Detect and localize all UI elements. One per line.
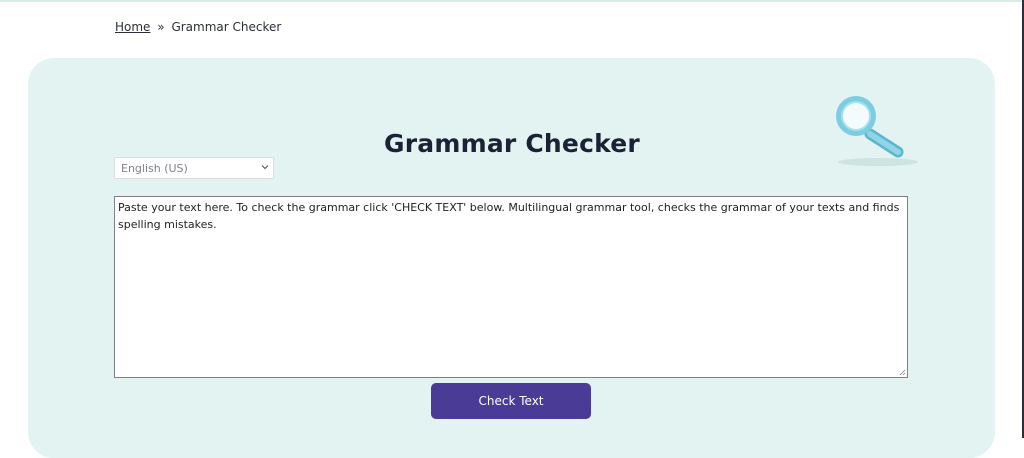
breadcrumb-separator: » bbox=[157, 20, 165, 34]
text-editor[interactable]: Paste your text here. To check the gramm… bbox=[114, 196, 908, 378]
language-select-value: English (US) bbox=[121, 161, 188, 175]
resize-handle-icon[interactable] bbox=[898, 368, 906, 376]
breadcrumb-current: Grammar Checker bbox=[171, 20, 282, 34]
breadcrumb-home-link[interactable]: Home bbox=[115, 20, 150, 34]
top-divider bbox=[0, 0, 1024, 2]
editor-text: Paste your text here. To check the gramm… bbox=[118, 201, 900, 231]
check-text-button[interactable]: Check Text bbox=[431, 383, 591, 419]
breadcrumb: Home » Grammar Checker bbox=[115, 20, 281, 34]
language-select[interactable]: English (US) bbox=[114, 157, 274, 179]
magnifier-icon bbox=[836, 96, 918, 166]
chevron-down-icon bbox=[261, 165, 269, 170]
